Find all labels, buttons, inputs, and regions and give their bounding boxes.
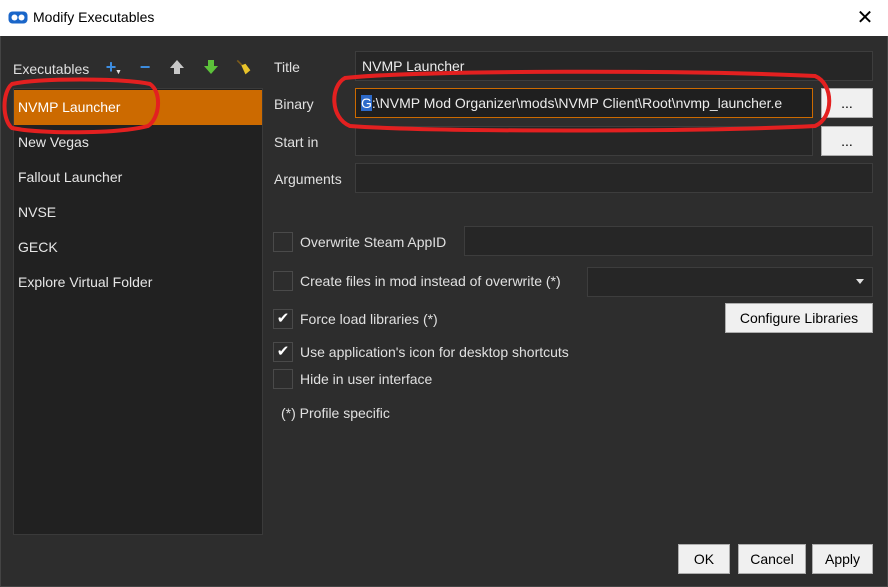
window-title: Modify Executables (33, 9, 155, 25)
hide-in-ui-label: Hide in user interface (300, 371, 433, 387)
list-item-nvse[interactable]: NVSE (14, 195, 262, 230)
list-item-explore-virtual-folder[interactable]: Explore Virtual Folder (14, 265, 262, 300)
chevron-down-icon (856, 279, 864, 284)
list-item-fallout-launcher[interactable]: Fallout Launcher (14, 160, 262, 195)
binary-text: :\NVMP Mod Organizer\mods\NVMP Client\Ro… (371, 95, 783, 111)
use-app-icon-checkbox[interactable]: ✔ (273, 342, 293, 362)
add-executable-icon[interactable]: + ▼ (102, 57, 122, 77)
arguments-label: Arguments (274, 171, 342, 187)
arrow-down-icon[interactable] (202, 57, 220, 77)
remove-executable-icon[interactable]: − (136, 57, 154, 77)
create-in-mod-checkbox[interactable] (273, 271, 293, 291)
list-item-new-vegas[interactable]: New Vegas (14, 125, 262, 160)
mod-organizer-icon (8, 11, 28, 24)
window-titlebar: Modify Executables ✕ (0, 0, 888, 36)
executables-label: Executables (13, 61, 90, 77)
overwrite-appid-checkbox[interactable] (273, 232, 293, 252)
binary-label: Binary (274, 96, 314, 112)
use-app-icon-label: Use application's icon for desktop short… (300, 344, 569, 360)
force-load-checkbox[interactable]: ✔ (273, 309, 293, 329)
title-field[interactable]: NVMP Launcher (355, 51, 873, 81)
mod-select-dropdown[interactable] (587, 267, 873, 297)
start-in-browse-button[interactable]: ... (821, 126, 873, 156)
apply-button[interactable]: Apply (812, 544, 873, 574)
overwrite-appid-label: Overwrite Steam AppID (300, 234, 447, 250)
force-load-label: Force load libraries (*) (300, 311, 438, 327)
create-in-mod-label: Create files in mod instead of overwrite… (300, 273, 561, 289)
close-icon[interactable]: ✕ (852, 6, 878, 30)
arrow-up-icon[interactable] (168, 57, 186, 77)
hide-in-ui-checkbox[interactable] (273, 369, 293, 389)
start-in-label: Start in (274, 134, 319, 150)
list-item-geck[interactable]: GECK (14, 230, 262, 265)
binary-field[interactable]: G:\NVMP Mod Organizer\mods\NVMP Client\R… (355, 88, 813, 118)
broom-icon[interactable] (234, 57, 252, 77)
arguments-field[interactable] (355, 163, 873, 193)
title-label: Title (274, 59, 300, 75)
binary-browse-button[interactable]: ... (821, 88, 873, 118)
executables-list[interactable]: NVMP Launcher New Vegas Fallout Launcher… (13, 88, 263, 535)
steam-appid-field[interactable] (464, 226, 873, 256)
list-item-nvmp-launcher[interactable]: NVMP Launcher (14, 90, 262, 125)
ok-button[interactable]: OK (678, 544, 730, 574)
binary-selected-text: G (361, 95, 372, 111)
cancel-button[interactable]: Cancel (738, 544, 806, 574)
profile-specific-note: (*) Profile specific (281, 405, 390, 421)
configure-libraries-button[interactable]: Configure Libraries (725, 303, 873, 333)
start-in-field[interactable] (355, 126, 813, 156)
